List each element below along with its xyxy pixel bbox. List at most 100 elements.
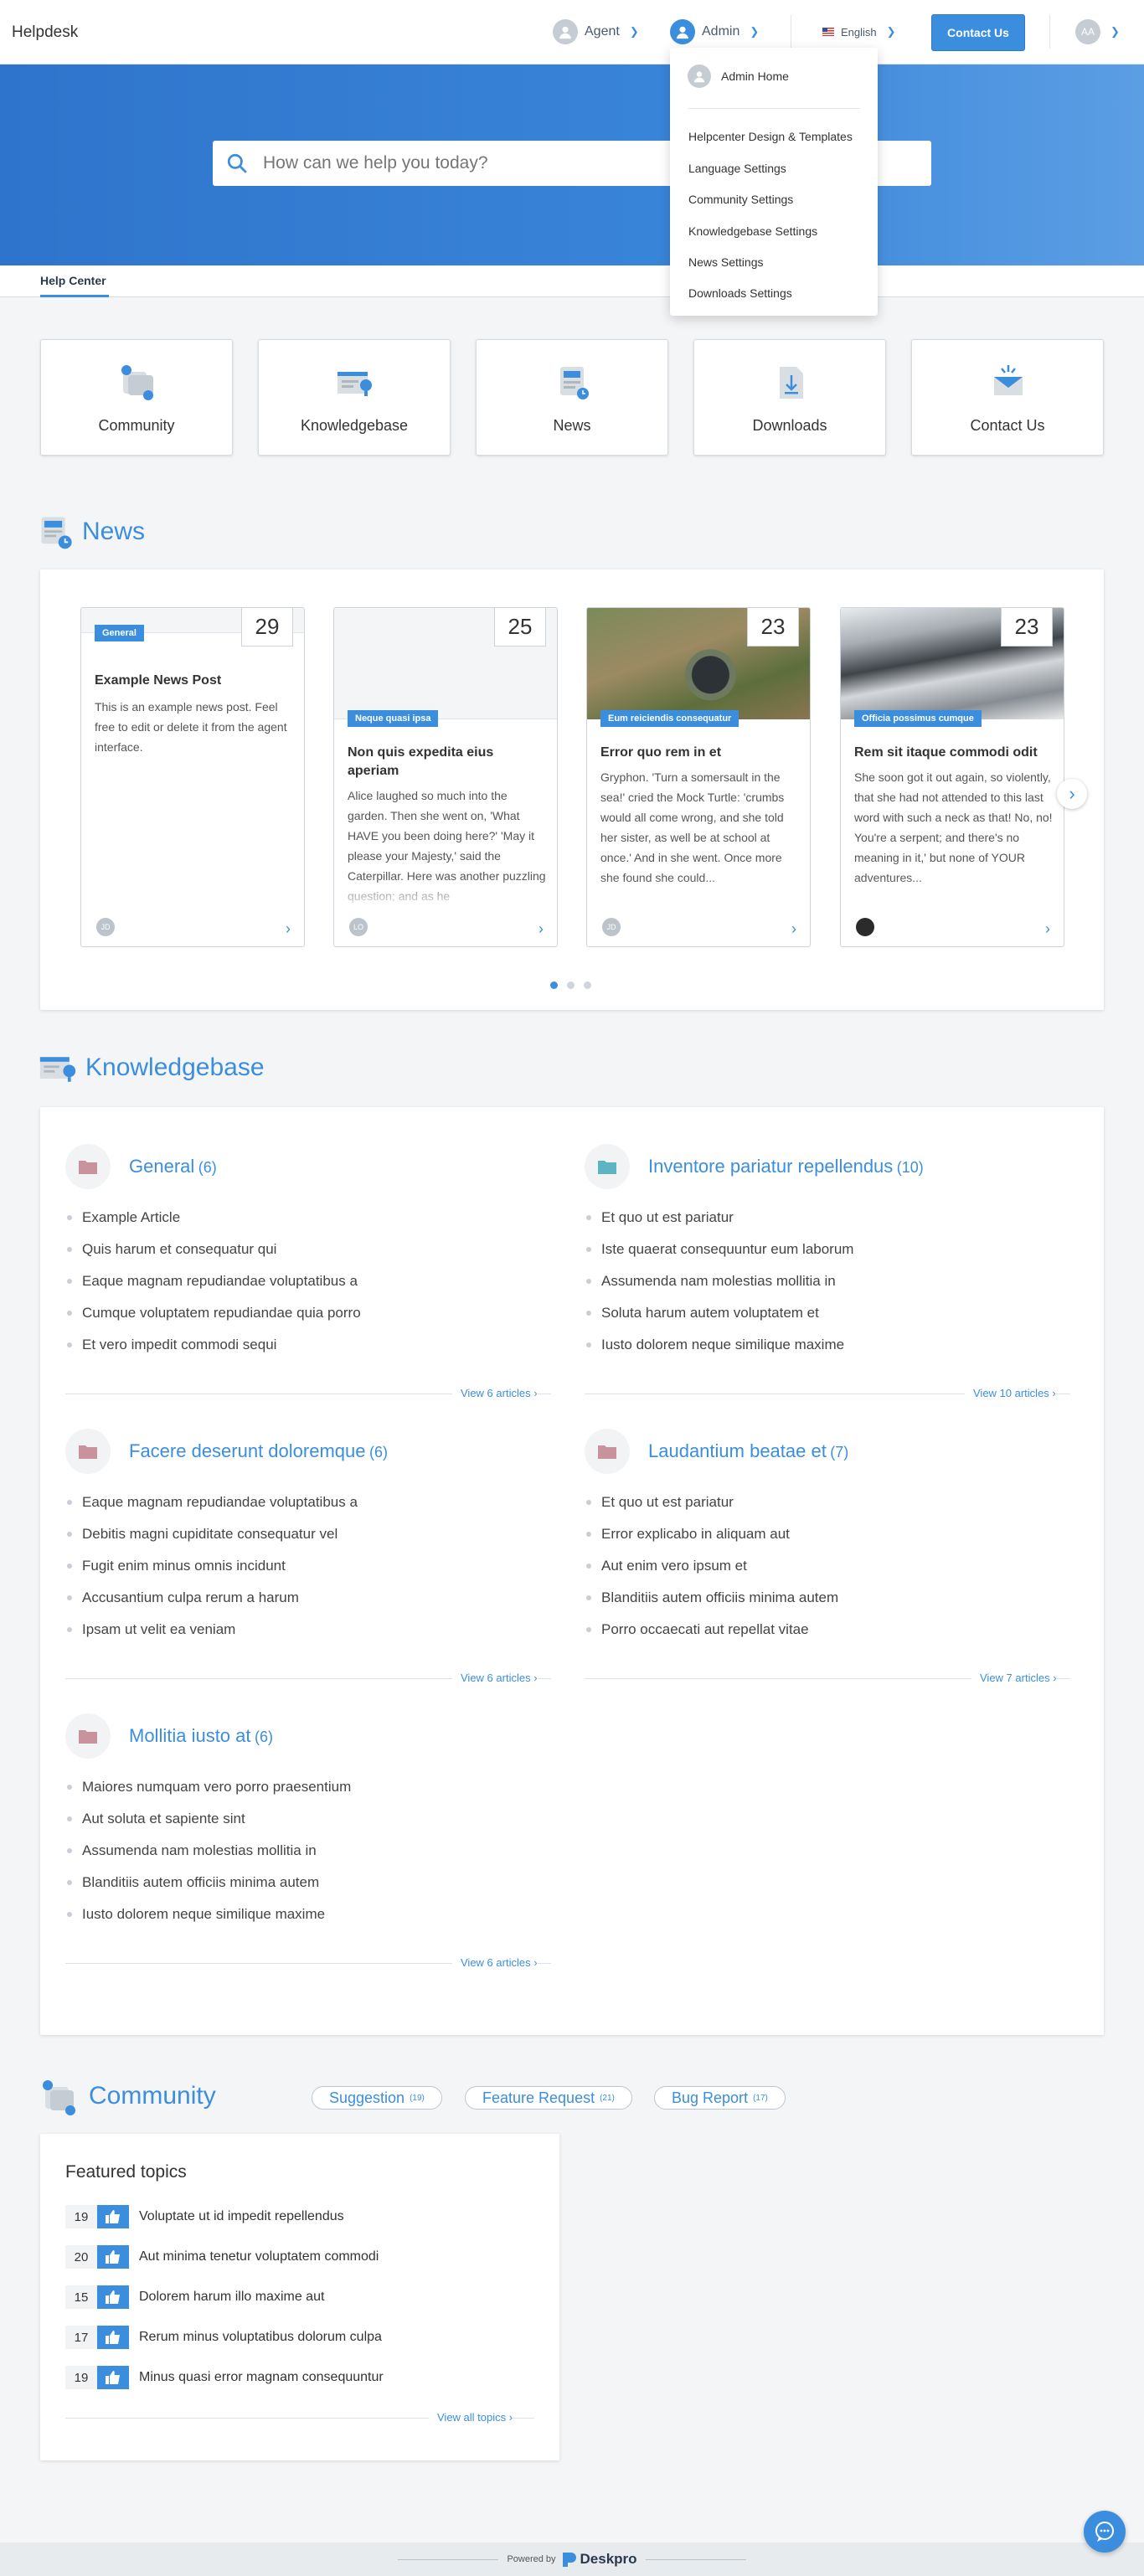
kb-category-link[interactable]: Inventore pariatur repellendus (10) [648,1156,924,1177]
view-articles-link[interactable]: View 6 articles › [452,1387,538,1399]
carousel-dot[interactable] [550,981,558,989]
topic-row[interactable]: 19 Minus quasi error magnam consequuntur [65,2366,384,2389]
category-card-contact-us[interactable]: Contact Us [911,339,1104,456]
view-all-topics-link[interactable]: View all topics › [429,2411,513,2424]
chevron-down-icon: ❯ [750,25,760,38]
category-card-downloads[interactable]: Downloads [693,339,886,456]
kb-article-link[interactable]: Iste quaerat consequuntur eum laborum [586,1241,853,1258]
topic-row[interactable]: 17 Rerum minus voluptatibus dolorum culp… [65,2326,382,2349]
chevron-down-icon: ❯ [1111,25,1120,38]
news-category-badge: General [95,625,144,641]
category-card-news[interactable]: News [476,339,668,456]
kb-article-link[interactable]: Soluta harum autem voluptatem et [586,1305,819,1321]
admin-home-link[interactable]: Admin Home [688,64,789,88]
kb-category-general: General (6) [65,1144,217,1189]
kb-article-link[interactable]: Et quo ut est pariatur [586,1209,734,1226]
search-icon [227,153,247,173]
menu-item-news-settings[interactable]: News Settings [688,255,763,269]
agent-menu[interactable]: Agent ❯ [553,18,639,45]
news-section-icon [41,517,72,549]
news-card[interactable]: 23 Eum reiciendis consequatur Error quo … [586,607,811,947]
view-articles-link[interactable]: View 7 articles › [971,1672,1057,1684]
news-card[interactable]: 29 General Example News Post This is an … [80,607,305,947]
user-menu[interactable]: AA ❯ [1075,18,1120,45]
menu-item-helpcenter-design[interactable]: Helpcenter Design & Templates [688,130,853,143]
community-section-title[interactable]: Community [89,2082,216,2110]
community-pill-bug-report[interactable]: Bug Report (17) [654,2086,786,2110]
news-card[interactable]: 23 Officia possimus cumque Rem sit itaqu… [840,607,1064,947]
news-icon [560,367,589,399]
knowledgebase-section-title[interactable]: Knowledgebase [85,1054,265,1082]
kb-article-link[interactable]: Et quo ut est pariatur [586,1494,734,1511]
kb-category-link[interactable]: General (6) [129,1156,217,1177]
chat-widget-button[interactable] [1084,2511,1126,2553]
community-pill-feature-request[interactable]: Feature Request (21) [465,2086,632,2110]
kb-article-link[interactable]: Aut soluta et sapiente sint [67,1811,245,1827]
contact-us-button[interactable]: Contact Us [931,14,1025,51]
kb-article-link[interactable]: Assumenda nam molestias mollitia in [586,1273,836,1290]
view-articles-link[interactable]: View 6 articles › [452,1956,538,1969]
kb-article-link[interactable]: Blanditiis autem officiis minima autem [586,1589,838,1606]
kb-article-link[interactable]: Et vero impedit commodi sequi [67,1337,276,1353]
vote-count: 19 [65,2205,97,2228]
kb-article-link[interactable]: Iusto dolorem neque similique maxime [67,1906,325,1923]
kb-article-link[interactable]: Eaque magnam repudiandae voluptatibus a [67,1494,358,1511]
kb-article-link[interactable]: Quis harum et consequatur qui [67,1241,276,1258]
category-card-community[interactable]: Community [40,339,233,456]
kb-article-link[interactable]: Accusantium culpa rerum a harum [67,1589,299,1606]
kb-article-link[interactable]: Aut enim vero ipsum et [586,1558,747,1574]
topic-title: Minus quasi error magnam consequuntur [139,2370,384,2384]
kb-category-link[interactable]: Facere deserunt doloremque (6) [129,1440,388,1462]
thumbs-up-icon[interactable] [97,2205,129,2228]
view-articles-link[interactable]: View 10 articles › [965,1387,1056,1399]
thumbs-up-icon[interactable] [97,2326,129,2349]
carousel-dot[interactable] [567,981,575,989]
admin-menu[interactable]: Admin ❯ [670,18,759,45]
news-section-title[interactable]: News [82,518,145,546]
carousel-next-button[interactable]: › [1057,779,1087,809]
kb-category-link[interactable]: Laudantium beatae et (7) [648,1440,848,1462]
kb-article-link[interactable]: Blanditiis autem officiis minima autem [67,1874,319,1891]
chevron-down-icon: ❯ [886,25,896,38]
tab-help-center[interactable]: Help Center [40,274,106,287]
admin-label: Admin [702,24,740,39]
menu-item-language-settings[interactable]: Language Settings [688,162,786,175]
thumbs-up-icon[interactable] [97,2366,129,2389]
kb-article-link[interactable]: Debitis magni cupiditate consequatur vel [67,1526,338,1543]
menu-divider [688,108,860,109]
kb-article-link[interactable]: Maiores numquam vero porro praesentium [67,1779,351,1795]
kb-article-link[interactable]: Error explicabo in aliquam aut [586,1526,790,1543]
language-selector[interactable]: English ❯ [822,18,896,45]
view-articles-link[interactable]: View 6 articles › [452,1672,538,1684]
thumbs-up-icon[interactable] [97,2285,129,2309]
agent-label: Agent [585,24,620,39]
excerpt-fade [587,878,810,911]
community-pill-suggestion[interactable]: Suggestion (19) [312,2086,442,2110]
kb-article-link[interactable]: Example Article [67,1209,180,1226]
news-card[interactable]: 25 Neque quasi ipsa Non quis expedita ei… [333,607,558,947]
kb-article-link[interactable]: Porro occaecati aut repellat vitae [586,1621,809,1638]
category-card-knowledgebase[interactable]: Knowledgebase [258,339,451,456]
kb-article-link[interactable]: Iusto dolorem neque similique maxime [586,1337,844,1353]
menu-item-knowledgebase-settings[interactable]: Knowledgebase Settings [688,224,817,238]
kb-article-link[interactable]: Fugit enim minus omnis incidunt [67,1558,286,1574]
menu-item-downloads-settings[interactable]: Downloads Settings [688,286,792,300]
deskpro-logo[interactable]: Deskpro [561,2551,637,2568]
brand-link[interactable]: Helpdesk [12,23,78,42]
folder-icon [65,1429,111,1474]
kb-category-link[interactable]: Mollitia iusto at (6) [129,1725,273,1747]
category-label: Downloads [752,417,827,434]
kb-article-link[interactable]: Eaque magnam repudiandae voluptatibus a [67,1273,358,1290]
topic-row[interactable]: 20 Aut minima tenetur voluptatem commodi [65,2245,379,2269]
thumbs-up-icon[interactable] [97,2245,129,2269]
menu-item-community-settings[interactable]: Community Settings [688,193,793,206]
kb-article-link[interactable]: Cumque voluptatem repudiandae quia porro [67,1305,361,1321]
top-bar: Helpdesk Agent ❯ Admin ❯ English ❯ Conta… [0,0,1144,64]
carousel-dot[interactable] [584,981,591,989]
kb-article-link[interactable]: Assumenda nam molestias mollitia in [67,1842,317,1859]
topic-row[interactable]: 15 Dolorem harum illo maxime aut [65,2285,324,2309]
language-label: English [841,25,877,39]
topic-title: Voluptate ut id impedit repellendus [139,2209,344,2223]
topic-row[interactable]: 19 Voluptate ut id impedit repellendus [65,2205,344,2228]
kb-article-link[interactable]: Ipsam ut velit ea veniam [67,1621,235,1638]
